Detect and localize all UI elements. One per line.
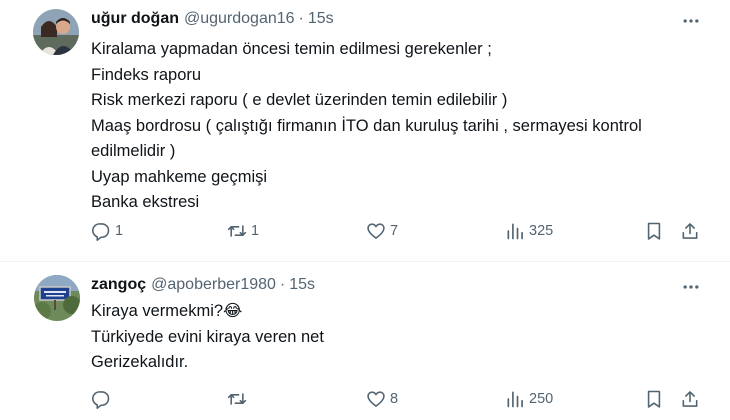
- tweet-text-line: Uyap mahkeme geçmişi: [91, 167, 268, 186]
- username[interactable]: @ugurdogan16: [184, 10, 295, 28]
- reply-icon: [92, 223, 110, 241]
- reply-button[interactable]: 1: [91, 219, 123, 243]
- separator-dot: ·: [279, 276, 286, 293]
- like-button[interactable]: 8: [366, 387, 398, 411]
- tweet-text: Kiraya vermekmi?😂 Türkiyede evini kiraya…: [91, 299, 711, 376]
- bookmark-icon: [647, 390, 661, 408]
- tweet-text-line: Findeks raporu: [91, 65, 202, 84]
- like-icon: [367, 223, 385, 239]
- tweet-text-line: Risk merkezi raporu ( e devlet üzerinden…: [91, 91, 508, 109]
- share-icon: [682, 223, 698, 239]
- username[interactable]: @apoberber1980: [151, 276, 276, 294]
- views-count: 250: [529, 391, 554, 407]
- retweet-button[interactable]: [227, 387, 251, 411]
- tweet-text-line: edilmelidir ): [91, 142, 176, 160]
- like-icon: [367, 391, 385, 407]
- share-button[interactable]: [680, 387, 700, 411]
- avatar[interactable]: [34, 275, 80, 321]
- action-bar: 8 250: [91, 387, 703, 411]
- tweet-header: zangoç @apoberber1980 · 15s: [91, 274, 315, 296]
- views-icon: [507, 391, 523, 408]
- separator-dot: ·: [298, 10, 304, 27]
- reply-count: 1: [115, 223, 124, 239]
- bookmark-button[interactable]: [644, 219, 664, 243]
- action-bar: 1 1 7 325: [91, 219, 703, 243]
- tweet-text-line: Kiraya vermekmi?😂: [91, 302, 243, 320]
- tweet-text: Kiralama yapmadan öncesi temin edilmesi …: [91, 37, 711, 216]
- bookmark-button[interactable]: [644, 387, 664, 411]
- avatar[interactable]: [33, 9, 79, 55]
- like-count: 7: [390, 223, 399, 239]
- more-icon[interactable]: [680, 276, 702, 298]
- retweet-count: 1: [251, 223, 260, 239]
- display-name[interactable]: uğur doğan: [91, 10, 179, 28]
- tweet-text-line: Gerizekalıdır.: [91, 353, 189, 371]
- views-icon: [507, 223, 523, 240]
- tweet-text-line: Maaş bordrosu ( çalıştığı firmanın İTO d…: [91, 116, 642, 135]
- like-button[interactable]: 7: [366, 219, 398, 243]
- share-button[interactable]: [680, 219, 700, 243]
- tweet-header: uğur doğan @ugurdogan16 · 15s: [91, 8, 334, 30]
- bookmark-icon: [647, 222, 661, 240]
- tweet[interactable]: uğur doğan @ugurdogan16 · 15s Kiralama y…: [0, 0, 730, 262]
- tweet[interactable]: zangoç @apoberber1980 · 15s Kiraya verme…: [0, 262, 730, 420]
- tweet-text-line: Kiralama yapmadan öncesi temin edilmesi …: [91, 40, 492, 58]
- share-icon: [682, 391, 698, 407]
- retweet-icon: [227, 225, 247, 237]
- retweet-button[interactable]: 1: [227, 219, 259, 243]
- tweet-text-line: Banka ekstresi: [91, 193, 200, 211]
- tweet-text-line: Türkiyede evini kiraya veren net: [91, 327, 324, 346]
- views-button[interactable]: 250: [505, 387, 553, 411]
- reply-icon: [92, 391, 110, 409]
- views-button[interactable]: 325: [505, 219, 553, 243]
- display-name[interactable]: zangoç: [91, 276, 146, 294]
- retweet-icon: [227, 393, 247, 405]
- reply-button[interactable]: [91, 387, 115, 411]
- timestamp[interactable]: 15s: [308, 10, 334, 28]
- timestamp[interactable]: 15s: [289, 276, 315, 294]
- views-count: 325: [529, 223, 554, 239]
- like-count: 8: [390, 391, 399, 407]
- more-icon[interactable]: [680, 10, 702, 32]
